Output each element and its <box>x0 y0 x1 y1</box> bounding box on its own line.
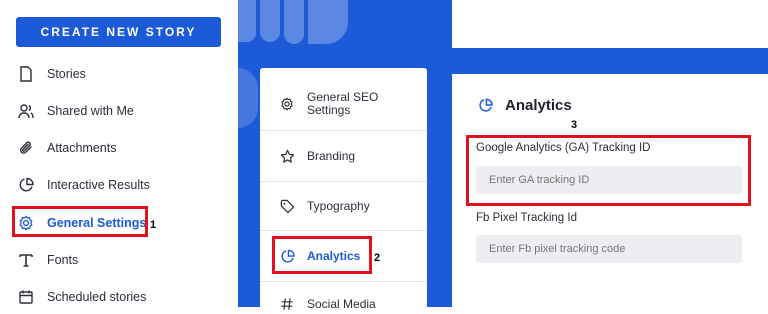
sidebar-item-shared-with-me[interactable]: Shared with Me <box>18 101 134 121</box>
tab-typography[interactable]: Typography <box>260 182 427 230</box>
highlight-box-analytics-tab <box>272 236 372 274</box>
sidebar-item-label: Stories <box>47 67 86 81</box>
gear-icon <box>279 97 295 111</box>
tab-social-media[interactable]: Social Media <box>260 294 427 314</box>
banner-decoration <box>260 0 280 42</box>
sidebar-item-label: Scheduled stories <box>47 290 147 304</box>
sidebar-item-fonts[interactable]: Fonts <box>18 250 78 270</box>
menu-item-label: General SEO Settings <box>307 90 379 117</box>
highlight-box-general-settings <box>12 206 148 237</box>
calendar-icon <box>18 289 34 305</box>
fb-pixel-input[interactable] <box>476 235 742 263</box>
banner-decoration <box>308 0 348 44</box>
banner-decoration <box>284 0 304 44</box>
create-new-story-button[interactable]: CREATE NEW STORY <box>16 17 221 47</box>
tab-general-seo-settings[interactable]: General SEO Settings <box>260 78 427 130</box>
annotation-marker-1: 1 <box>150 219 157 231</box>
sidebar: CREATE NEW STORY Stories Shared with Me … <box>0 0 238 307</box>
sidebar-item-label: Shared with Me <box>47 104 134 118</box>
banner-decoration <box>238 68 258 128</box>
menu-item-label: Typography <box>307 199 370 213</box>
users-icon <box>18 103 34 119</box>
sidebar-item-attachments[interactable]: Attachments <box>18 138 116 158</box>
tab-branding[interactable]: Branding <box>260 131 427 181</box>
star-icon <box>279 149 295 164</box>
annotation-marker-2: 2 <box>374 252 381 264</box>
annotation-marker-3: 3 <box>571 119 578 131</box>
banner-decoration <box>238 0 256 42</box>
font-icon <box>18 252 34 268</box>
menu-item-label: Branding <box>307 149 356 163</box>
page-title-text: Analytics <box>505 97 572 114</box>
sidebar-item-label: Fonts <box>47 253 79 267</box>
page-title: Analytics <box>478 97 572 114</box>
paperclip-icon <box>18 140 34 156</box>
sidebar-item-scheduled-stories[interactable]: Scheduled stories <box>18 287 146 307</box>
highlight-box-ga-field <box>466 135 751 206</box>
fb-pixel-label: Fb Pixel Tracking Id <box>476 212 577 224</box>
tag-icon <box>279 199 295 214</box>
sidebar-item-interactive-results[interactable]: Interactive Results <box>18 175 150 195</box>
hash-icon <box>279 297 295 311</box>
sidebar-item-label: Interactive Results <box>47 178 150 192</box>
sidebar-item-label: Attachments <box>47 141 117 155</box>
file-icon <box>18 66 34 82</box>
pie-chart-icon <box>478 98 493 113</box>
menu-item-label: Social Media <box>307 297 376 311</box>
top-bar <box>452 0 768 48</box>
pie-chart-icon <box>18 177 34 193</box>
sidebar-item-stories[interactable]: Stories <box>18 64 86 84</box>
divider <box>260 281 427 282</box>
